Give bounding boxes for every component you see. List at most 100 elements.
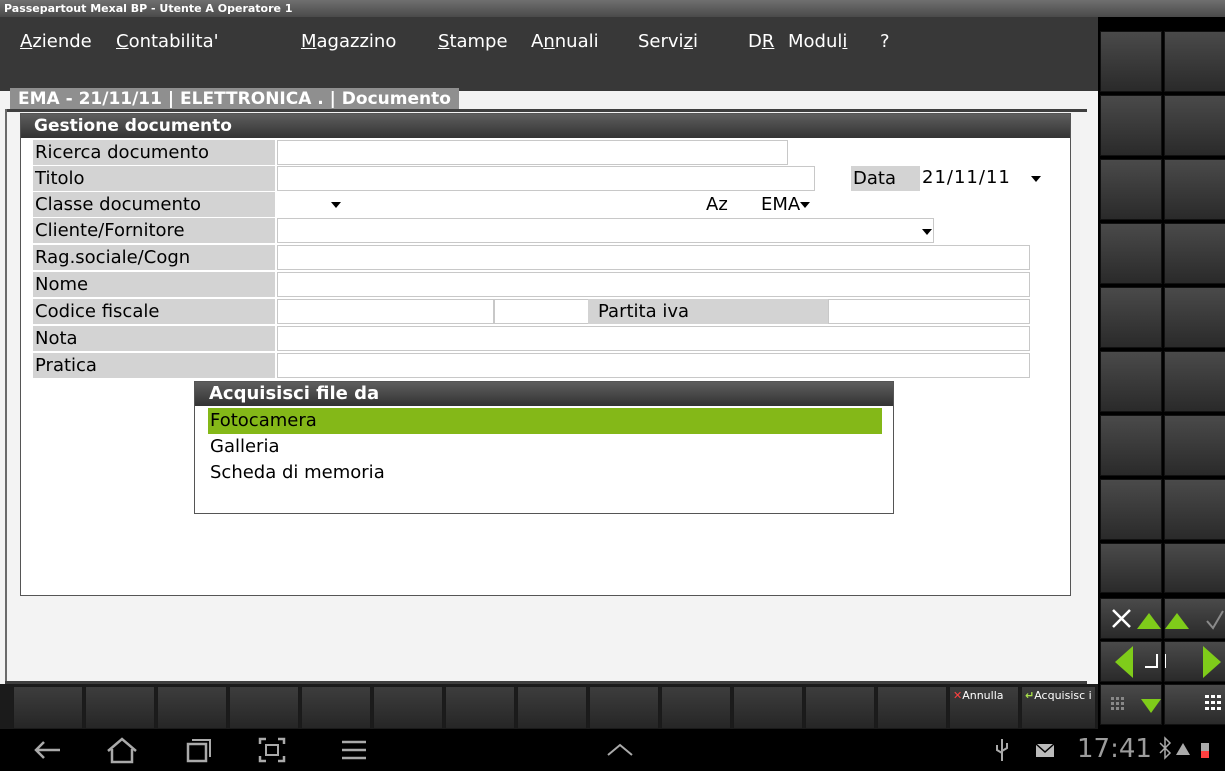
popup-title: Acquisisci file da <box>195 382 893 406</box>
partita-iva-input[interactable] <box>828 299 1030 324</box>
close-icon: ✕ <box>953 689 963 702</box>
az-field[interactable]: EMA <box>761 192 800 217</box>
menu-stampe[interactable]: Stampe <box>438 31 508 53</box>
annulla-button[interactable]: ✕Annulla <box>949 686 1019 729</box>
chevron-down-icon[interactable] <box>922 229 932 235</box>
chevron-up-icon[interactable] <box>600 733 640 767</box>
function-key-bar: ✕Annulla ↵Acquisisc i <box>0 684 1098 729</box>
nota-input[interactable] <box>277 326 1030 351</box>
left-arrow-key[interactable] <box>1100 641 1162 682</box>
divider <box>5 109 1087 112</box>
acquisisci-button[interactable]: ↵Acquisisc i <box>1021 686 1096 729</box>
pratica-input[interactable] <box>277 353 1030 378</box>
side-keypad <box>1098 17 1225 729</box>
function-key[interactable] <box>301 686 371 729</box>
function-key[interactable] <box>373 686 443 729</box>
function-key[interactable] <box>733 686 803 729</box>
function-key[interactable] <box>877 686 947 729</box>
side-key[interactable] <box>1164 287 1225 348</box>
menu-dr[interactable]: DR <box>748 31 774 53</box>
menu-bar: Aziende Contabilita' Magazzino Stampe An… <box>0 17 1098 91</box>
side-key[interactable] <box>1100 287 1162 348</box>
function-key[interactable] <box>445 686 515 729</box>
side-key[interactable] <box>1164 95 1225 156</box>
label-pratica: Pratica <box>33 353 275 378</box>
menu-moduli[interactable]: Moduli <box>788 31 847 53</box>
codice-fiscale-input[interactable] <box>277 299 494 324</box>
recent-apps-icon[interactable] <box>178 733 218 767</box>
system-nav-bar: 17:41 <box>0 729 1225 771</box>
menu-help[interactable]: ? <box>880 31 890 53</box>
arrow-left-icon <box>1115 646 1158 678</box>
data-field[interactable]: 21/11/11 <box>920 166 1043 191</box>
usb-icon <box>996 739 1008 761</box>
label-cliente-fornitore: Cliente/Fornitore <box>33 218 275 243</box>
function-key[interactable] <box>157 686 227 729</box>
side-key[interactable] <box>1100 31 1162 92</box>
chevron-down-icon[interactable] <box>1031 176 1041 182</box>
label-ricerca-documento: Ricerca documento <box>33 140 275 165</box>
menu-annuali[interactable]: Annuali <box>531 31 599 53</box>
label-titolo: Titolo <box>33 166 275 191</box>
label-classe-documento: Classe documento <box>33 192 275 217</box>
bluetooth-icon <box>1159 736 1172 760</box>
function-key[interactable] <box>805 686 875 729</box>
document-panel: Gestione documento Ricerca documento Tit… <box>20 113 1071 596</box>
option-galleria[interactable]: Galleria <box>208 434 882 460</box>
function-key[interactable] <box>589 686 659 729</box>
function-key[interactable] <box>229 686 299 729</box>
side-key[interactable] <box>1164 479 1225 540</box>
function-key[interactable] <box>85 686 155 729</box>
side-key[interactable] <box>1164 31 1225 92</box>
function-key[interactable] <box>661 686 731 729</box>
panel-title: Gestione documento <box>21 114 1070 138</box>
option-fotocamera[interactable]: Fotocamera <box>208 408 882 434</box>
side-key[interactable] <box>1100 95 1162 156</box>
back-icon[interactable] <box>28 733 68 767</box>
grid-key[interactable] <box>1164 684 1225 725</box>
cliente-fornitore-select[interactable] <box>277 218 934 243</box>
label-nome: Nome <box>33 272 275 297</box>
home-icon[interactable] <box>102 733 142 767</box>
side-key[interactable] <box>1100 415 1162 476</box>
side-key[interactable] <box>1164 415 1225 476</box>
nome-input[interactable] <box>277 272 1030 297</box>
label-codice-fiscale: Codice fiscale <box>33 299 275 324</box>
chevron-down-icon[interactable] <box>331 202 341 208</box>
form-tab[interactable]: EMA - 21/11/11 | ELETTRONICA . | Documen… <box>10 88 459 111</box>
titolo-input[interactable] <box>277 166 815 191</box>
side-key[interactable] <box>1100 479 1162 540</box>
divider <box>5 109 7 683</box>
side-key[interactable] <box>1164 159 1225 220</box>
screenshot-icon[interactable] <box>252 733 292 767</box>
menu-magazzino[interactable]: Magazzino <box>301 31 396 53</box>
confirm-key[interactable] <box>1164 598 1225 639</box>
keypad-icon <box>1111 697 1161 713</box>
side-key[interactable] <box>1164 223 1225 284</box>
side-key[interactable] <box>1100 351 1162 412</box>
arrow-right-icon <box>1155 646 1221 678</box>
function-key[interactable] <box>13 686 83 729</box>
status-icons <box>1159 736 1209 760</box>
right-arrow-key[interactable] <box>1155 641 1225 682</box>
side-key[interactable] <box>1100 159 1162 220</box>
enter-icon: ↵ <box>1025 689 1035 702</box>
menu-contabilita[interactable]: Contabilita' <box>116 31 219 53</box>
ragione-sociale-input[interactable] <box>277 245 1030 270</box>
menu-icon[interactable] <box>334 733 374 767</box>
acquire-file-popup: Acquisisci file da Fotocamera Galleria S… <box>194 381 894 514</box>
option-scheda-memoria[interactable]: Scheda di memoria <box>208 460 882 486</box>
side-key[interactable] <box>1100 223 1162 284</box>
ricerca-documento-input[interactable] <box>277 140 788 165</box>
function-key[interactable] <box>517 686 587 729</box>
label-nota: Nota <box>33 326 275 351</box>
cancel-key[interactable] <box>1100 598 1162 639</box>
menu-aziende[interactable]: Aziende <box>20 31 92 53</box>
keypad-key[interactable] <box>1100 684 1162 725</box>
menu-servizi[interactable]: Servizi <box>638 31 698 53</box>
side-key[interactable] <box>1100 543 1162 593</box>
label-partita-iva: Partita iva <box>588 299 828 324</box>
chevron-down-icon[interactable] <box>800 202 810 208</box>
side-key[interactable] <box>1164 351 1225 412</box>
side-key[interactable] <box>1164 543 1225 593</box>
